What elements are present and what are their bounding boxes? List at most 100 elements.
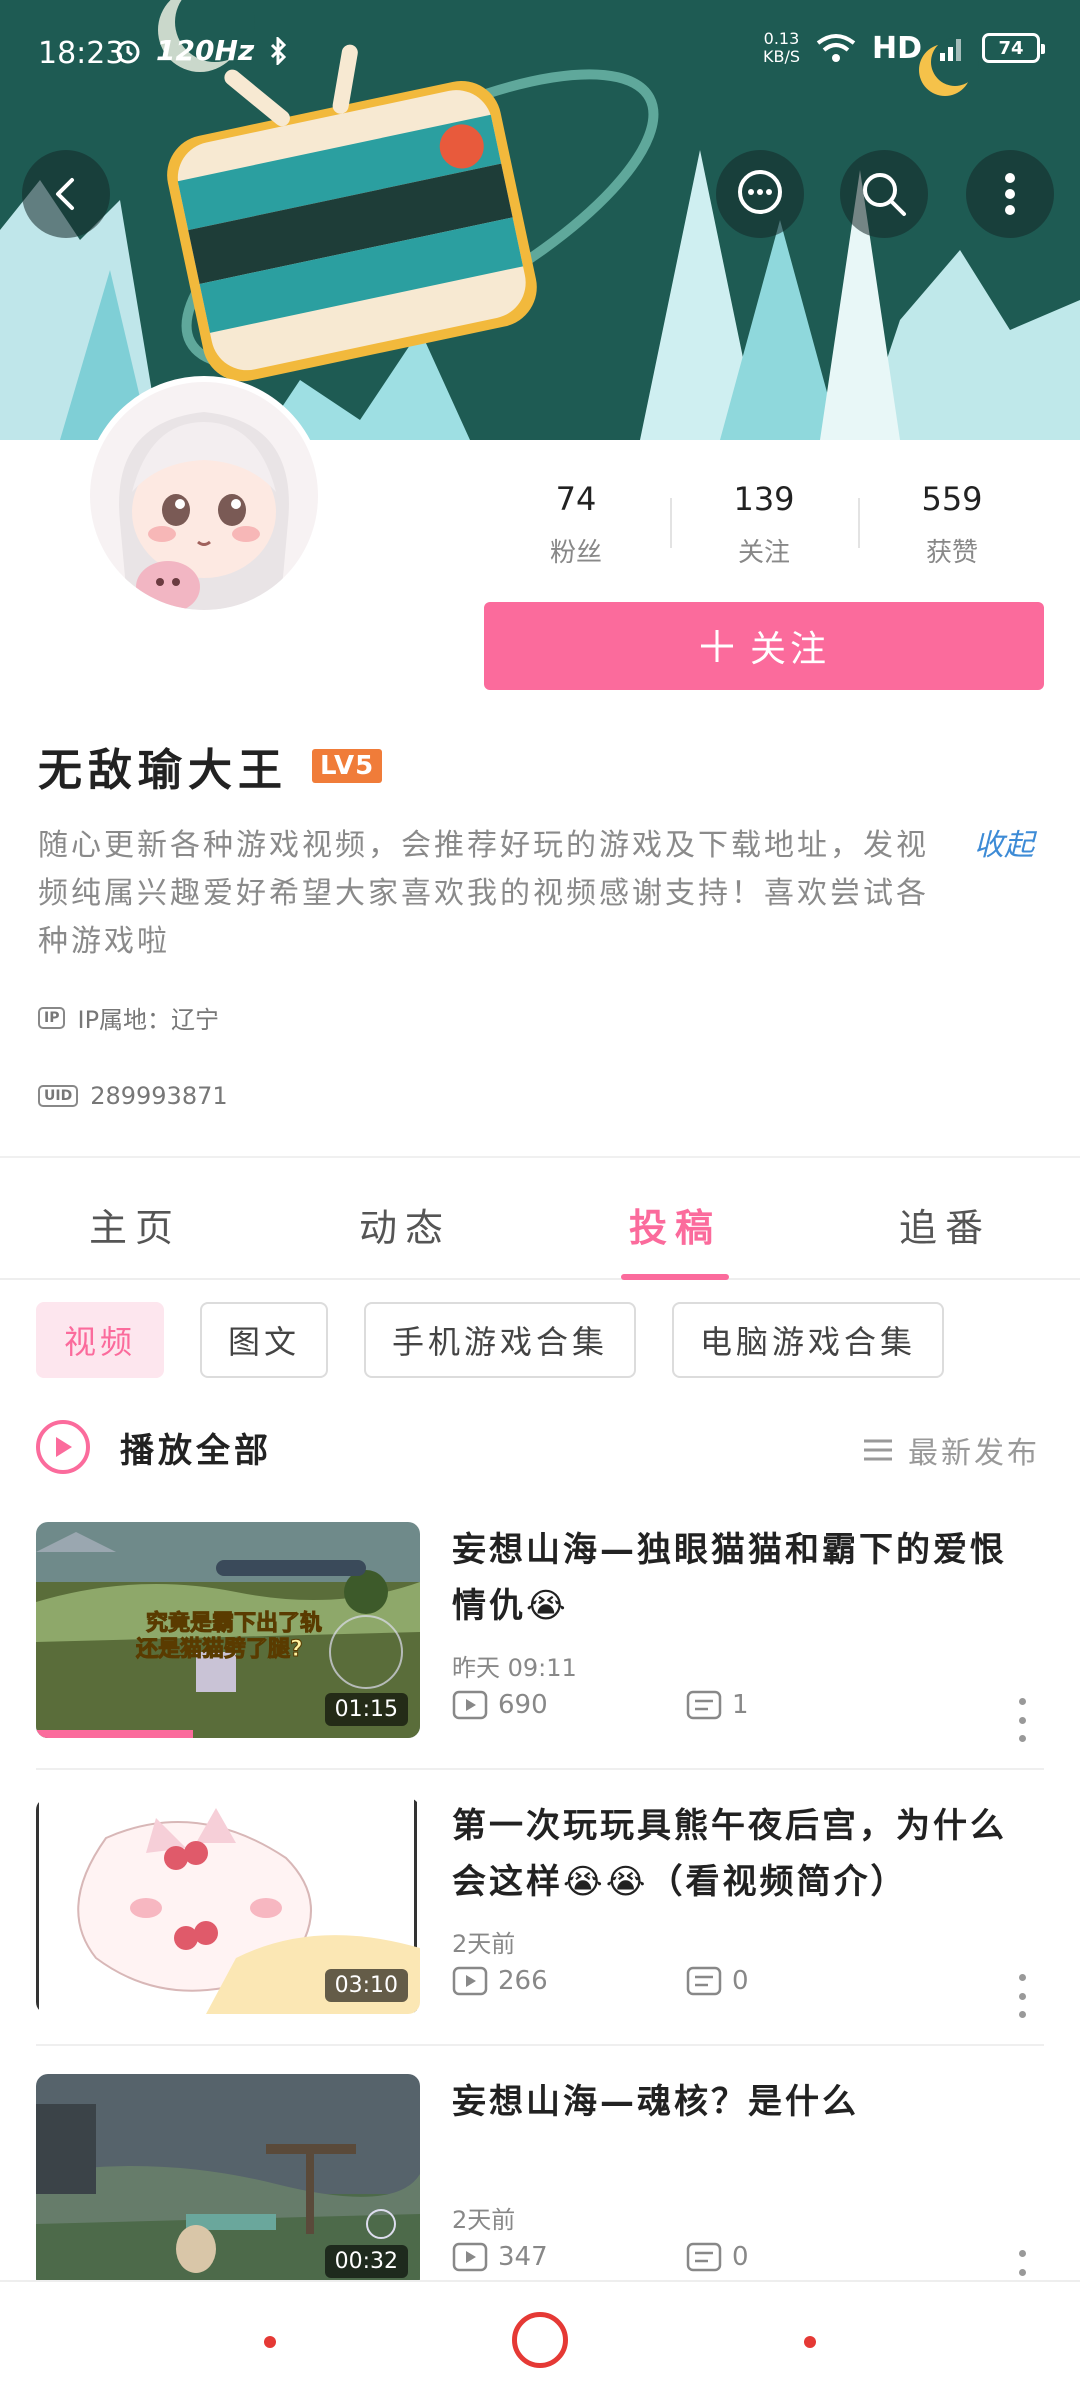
comment-icon — [686, 1966, 722, 1996]
profile-banner: 18:23 120Hz 0.13 KB/S HD 74 — [0, 0, 1080, 440]
video-date: 2天前 — [452, 2206, 516, 2234]
message-button[interactable] — [716, 150, 804, 238]
video-duration: 01:15 — [324, 1693, 408, 1726]
sort-button[interactable]: 最新发布 — [862, 1428, 1040, 1472]
video-title[interactable]: 第一次玩玩具熊午夜后宫，为什么会这样😭😭（看视频简介） — [452, 1798, 1042, 1910]
ip-location: IP IP属地：辽宁 — [38, 1000, 219, 1035]
following-label: 关注 — [737, 538, 790, 568]
play-all-button[interactable]: 播放全部 — [36, 1420, 272, 1474]
collapse-bio-link[interactable]: 收起 — [974, 822, 1034, 870]
follow-button[interactable]: 关注 — [484, 602, 1044, 690]
video-date: 2天前 — [452, 1930, 516, 1958]
profile-bio: 随心更新各种游戏视频，会推荐好玩的游戏及下载地址，发视频纯属兴趣爱好希望大家喜欢… — [38, 828, 929, 959]
play-count-icon — [452, 1966, 488, 1996]
status-bar: 18:23 120Hz 0.13 KB/S HD 74 — [0, 0, 1080, 100]
wifi-icon — [816, 34, 856, 62]
nav-recents-button[interactable] — [804, 2336, 816, 2348]
uid-icon: UID — [38, 1085, 79, 1107]
comment-icon — [686, 2242, 722, 2272]
follow-label: 关注 — [749, 629, 830, 670]
chip-image-text[interactable]: 图文 — [200, 1302, 329, 1378]
video-thumbnail[interactable]: 03:10 — [36, 1798, 420, 2014]
play-count-icon — [452, 1690, 488, 1720]
following-count: 139 — [733, 480, 795, 518]
video-date: 昨天 09:11 — [452, 1654, 577, 1682]
chat-bubble-icon — [738, 170, 782, 214]
video-stats: 690 1 — [452, 1690, 1042, 1730]
likes-count: 559 — [921, 480, 983, 518]
ip-location-text: IP属地：辽宁 — [77, 1006, 220, 1034]
video-stats: 266 0 — [452, 1966, 1042, 2006]
video-more-button[interactable] — [1016, 1974, 1028, 2018]
username-row: 无敌瑜大王 LV5 — [38, 734, 383, 798]
nav-home-button[interactable] — [512, 2312, 568, 2368]
more-vertical-icon — [1005, 173, 1015, 215]
video-title[interactable]: 妄想山海—魂核？是什么 — [452, 2074, 1042, 2130]
tab-dynamics[interactable]: 动态 — [270, 1170, 540, 1278]
tab-home[interactable]: 主页 — [0, 1170, 270, 1278]
chip-video[interactable]: 视频 — [36, 1302, 165, 1378]
watch-progress — [36, 1730, 194, 1738]
comment-count: 0 — [686, 2242, 749, 2272]
profile-tabs: 主页 动态 投稿 追番 — [0, 1170, 1080, 1280]
comment-count: 0 — [686, 1966, 749, 1996]
video-item[interactable]: 究竟是霸下出了轨 还是猫猫劈了腿? 01:15 妄想山海—独眼猫猫和霸下的爱恨情… — [0, 1522, 1080, 1798]
signal-icon — [940, 39, 961, 61]
video-item[interactable]: 03:10 第一次玩玩具熊午夜后宫，为什么会这样😭😭（看视频简介） 2天前 26… — [0, 1798, 1080, 2074]
comment-icon — [686, 1690, 722, 1720]
play-all-label: 播放全部 — [120, 1430, 272, 1471]
fans-label: 粉丝 — [549, 538, 602, 568]
chevron-left-icon — [56, 178, 74, 210]
video-more-button[interactable] — [1016, 1698, 1028, 1742]
status-icons-right: 0.13 KB/S HD 74 — [762, 29, 1045, 66]
view-count: 690 — [452, 1690, 548, 1720]
chip-pc-games[interactable]: 电脑游戏合集 — [672, 1302, 945, 1378]
search-icon — [863, 173, 906, 216]
avatar-illustration — [90, 382, 318, 610]
network-speed: 0.13 KB/S — [762, 29, 800, 66]
status-icons-left: 120Hz — [114, 34, 288, 67]
stat-fans[interactable]: 74 粉丝 — [482, 470, 670, 580]
play-count-icon — [452, 2242, 488, 2272]
fans-count: 74 — [555, 480, 597, 518]
play-icon — [36, 1420, 90, 1474]
username: 无敌瑜大王 — [38, 745, 288, 796]
status-time: 18:23 — [38, 36, 125, 71]
tab-bangumi[interactable]: 追番 — [810, 1170, 1080, 1278]
level-badge: LV5 — [312, 749, 383, 783]
bluetooth-icon — [271, 36, 287, 65]
nav-back-button[interactable] — [264, 2336, 276, 2348]
stat-likes[interactable]: 559 获赞 — [858, 470, 1046, 580]
view-count: 347 — [452, 2242, 548, 2272]
view-count: 266 — [452, 1966, 548, 1996]
back-button[interactable] — [22, 150, 110, 238]
plus-icon — [700, 630, 733, 662]
battery-icon: 74 — [982, 33, 1045, 63]
chip-mobile-games[interactable]: 手机游戏合集 — [364, 1302, 637, 1378]
avatar[interactable] — [84, 376, 324, 616]
list-sort-icon — [864, 1439, 892, 1461]
video-thumbnail[interactable]: 究竟是霸下出了轨 还是猫猫劈了腿? 01:15 — [36, 1522, 420, 1738]
search-button[interactable] — [840, 150, 928, 238]
video-stats: 347 0 — [452, 2242, 1042, 2282]
network-type: HD — [871, 30, 922, 66]
video-title[interactable]: 妄想山海—独眼猫猫和霸下的爱恨情仇😭 — [452, 1522, 1042, 1634]
section-divider — [0, 1156, 1080, 1158]
video-thumbnail[interactable]: 00:32 — [36, 2074, 420, 2290]
alarm-icon — [116, 40, 140, 63]
video-duration: 00:32 — [324, 2245, 408, 2278]
video-duration: 03:10 — [324, 1969, 408, 2002]
tab-uploads[interactable]: 投稿 — [540, 1170, 810, 1278]
overlay-text-1: 究竟是霸下出了轨 — [146, 1610, 322, 1636]
likes-label: 获赞 — [925, 538, 978, 568]
profile-stats: 74 粉丝 139 关注 559 获赞 — [482, 470, 1046, 580]
stat-following[interactable]: 139 关注 — [670, 470, 858, 580]
more-button[interactable] — [966, 150, 1054, 238]
list-divider — [36, 2044, 1044, 2046]
overlay-text-2: 还是猫猫劈了腿? — [135, 1636, 303, 1662]
sort-label: 最新发布 — [908, 1436, 1040, 1471]
uid-text: 289993871 — [90, 1082, 228, 1110]
system-navigation-bar — [0, 2280, 1080, 2400]
comment-count: 1 — [686, 1690, 749, 1720]
content-filter-chips: 视频 图文 手机游戏合集 电脑游戏合集 — [36, 1302, 945, 1378]
